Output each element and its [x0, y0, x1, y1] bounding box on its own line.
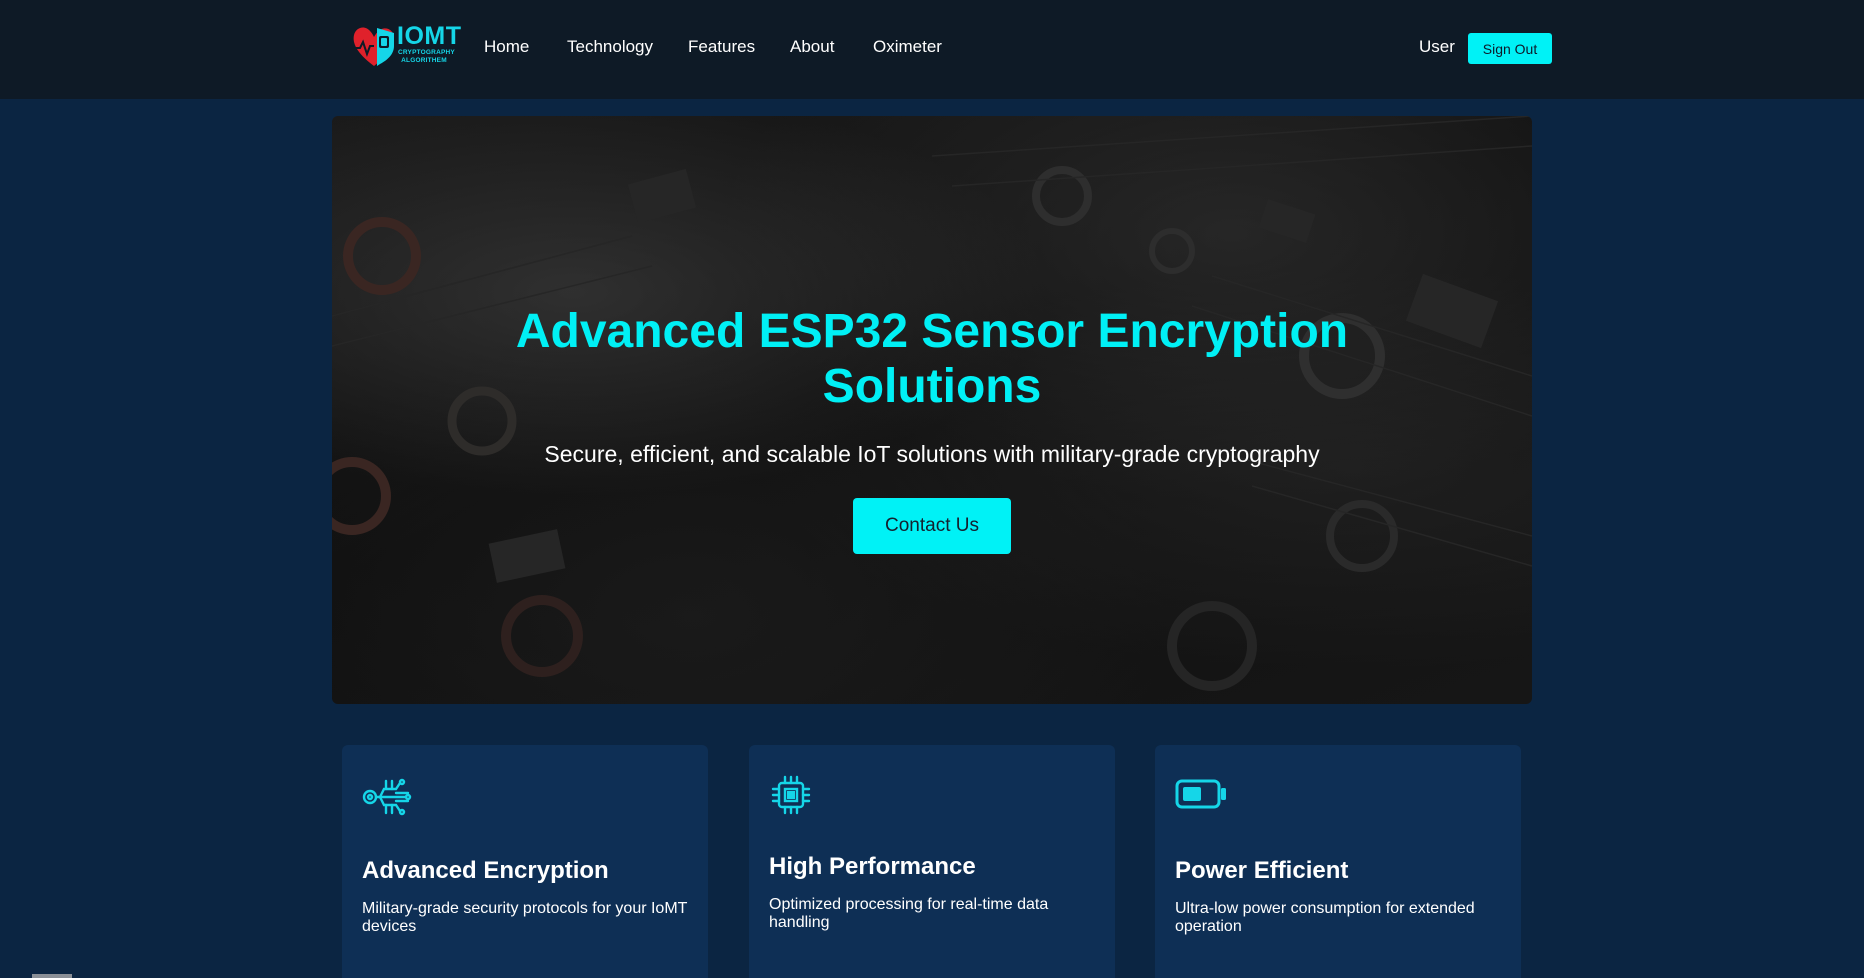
feature-description: Optimized processing for real-time data …: [769, 896, 1049, 931]
feature-description: Military-grade security protocols for yo…: [362, 900, 688, 935]
feature-card-power: Power Efficient Ultra-low power consumpt…: [1155, 745, 1521, 978]
feature-card-encryption: Advanced Encryption Military-grade secur…: [342, 745, 708, 978]
hero-banner: Advanced ESP32 Sensor Encryption Solutio…: [332, 116, 1532, 704]
logo-subtitle-line2: ALGORITHEM: [401, 57, 447, 64]
hero-content: Advanced ESP32 Sensor Encryption Solutio…: [332, 116, 1532, 704]
user-label: User: [1419, 37, 1455, 56]
heart-shield-icon: [352, 27, 394, 66]
feature-title: High Performance: [769, 853, 976, 880]
scrollbar-thumb[interactable]: [32, 974, 72, 978]
top-navbar: IOMT CRYPTOGRAPHY ALGORITHEM Home Techno…: [0, 0, 1864, 99]
logo-title: IOMT: [397, 22, 462, 50]
nav-link-features[interactable]: Features: [688, 36, 755, 58]
feature-card-performance: High Performance Optimized processing fo…: [749, 745, 1115, 978]
hero-title-line2: Solutions: [822, 360, 1042, 413]
feature-title: Power Efficient: [1175, 857, 1349, 884]
sign-out-button[interactable]: Sign Out: [1468, 33, 1552, 64]
chip-icon: [769, 773, 813, 822]
circuit-encryption-icon: [362, 777, 412, 822]
hero-subtitle: Secure, efficient, and scalable IoT solu…: [544, 441, 1320, 467]
brand-logo[interactable]: IOMT CRYPTOGRAPHY ALGORITHEM: [350, 22, 466, 70]
nav-link-technology[interactable]: Technology: [567, 36, 653, 58]
nav-link-home[interactable]: Home: [484, 36, 529, 58]
battery-icon: [1175, 779, 1227, 814]
nav-link-oximeter[interactable]: Oximeter: [873, 36, 942, 58]
logo-subtitle: CRYPTOGRAPHY ALGORITHEM: [398, 49, 455, 65]
hero-title: Advanced ESP32 Sensor Encryption Solutio…: [432, 304, 1432, 414]
nav-link-about[interactable]: About: [790, 36, 834, 58]
feature-title: Advanced Encryption: [362, 857, 609, 884]
contact-us-button[interactable]: Contact Us: [853, 498, 1011, 554]
logo-subtitle-line1: CRYPTOGRAPHY: [398, 49, 455, 56]
hero-title-line1: Advanced ESP32 Sensor Encryption: [515, 305, 1349, 358]
feature-description: Ultra-low power consumption for extended…: [1175, 900, 1475, 935]
